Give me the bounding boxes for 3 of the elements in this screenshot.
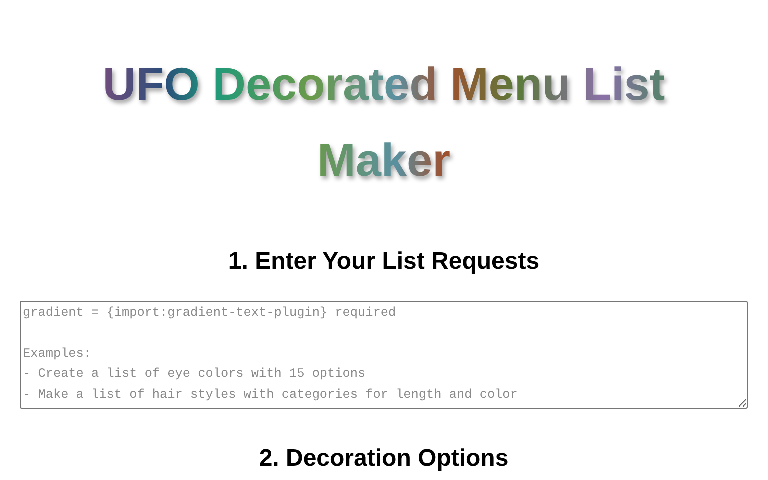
section-heading: 1. Enter Your List Requests: [227, 248, 541, 277]
section-heading: 2. Decoration Options: [258, 444, 510, 474]
request-input-field[interactable]: gradient = {import:gradient-text-plugin} required Examples: - Create a list of eye colors with 15 options - Make a list of hair styles with categories for length and color: [20, 300, 748, 409]
